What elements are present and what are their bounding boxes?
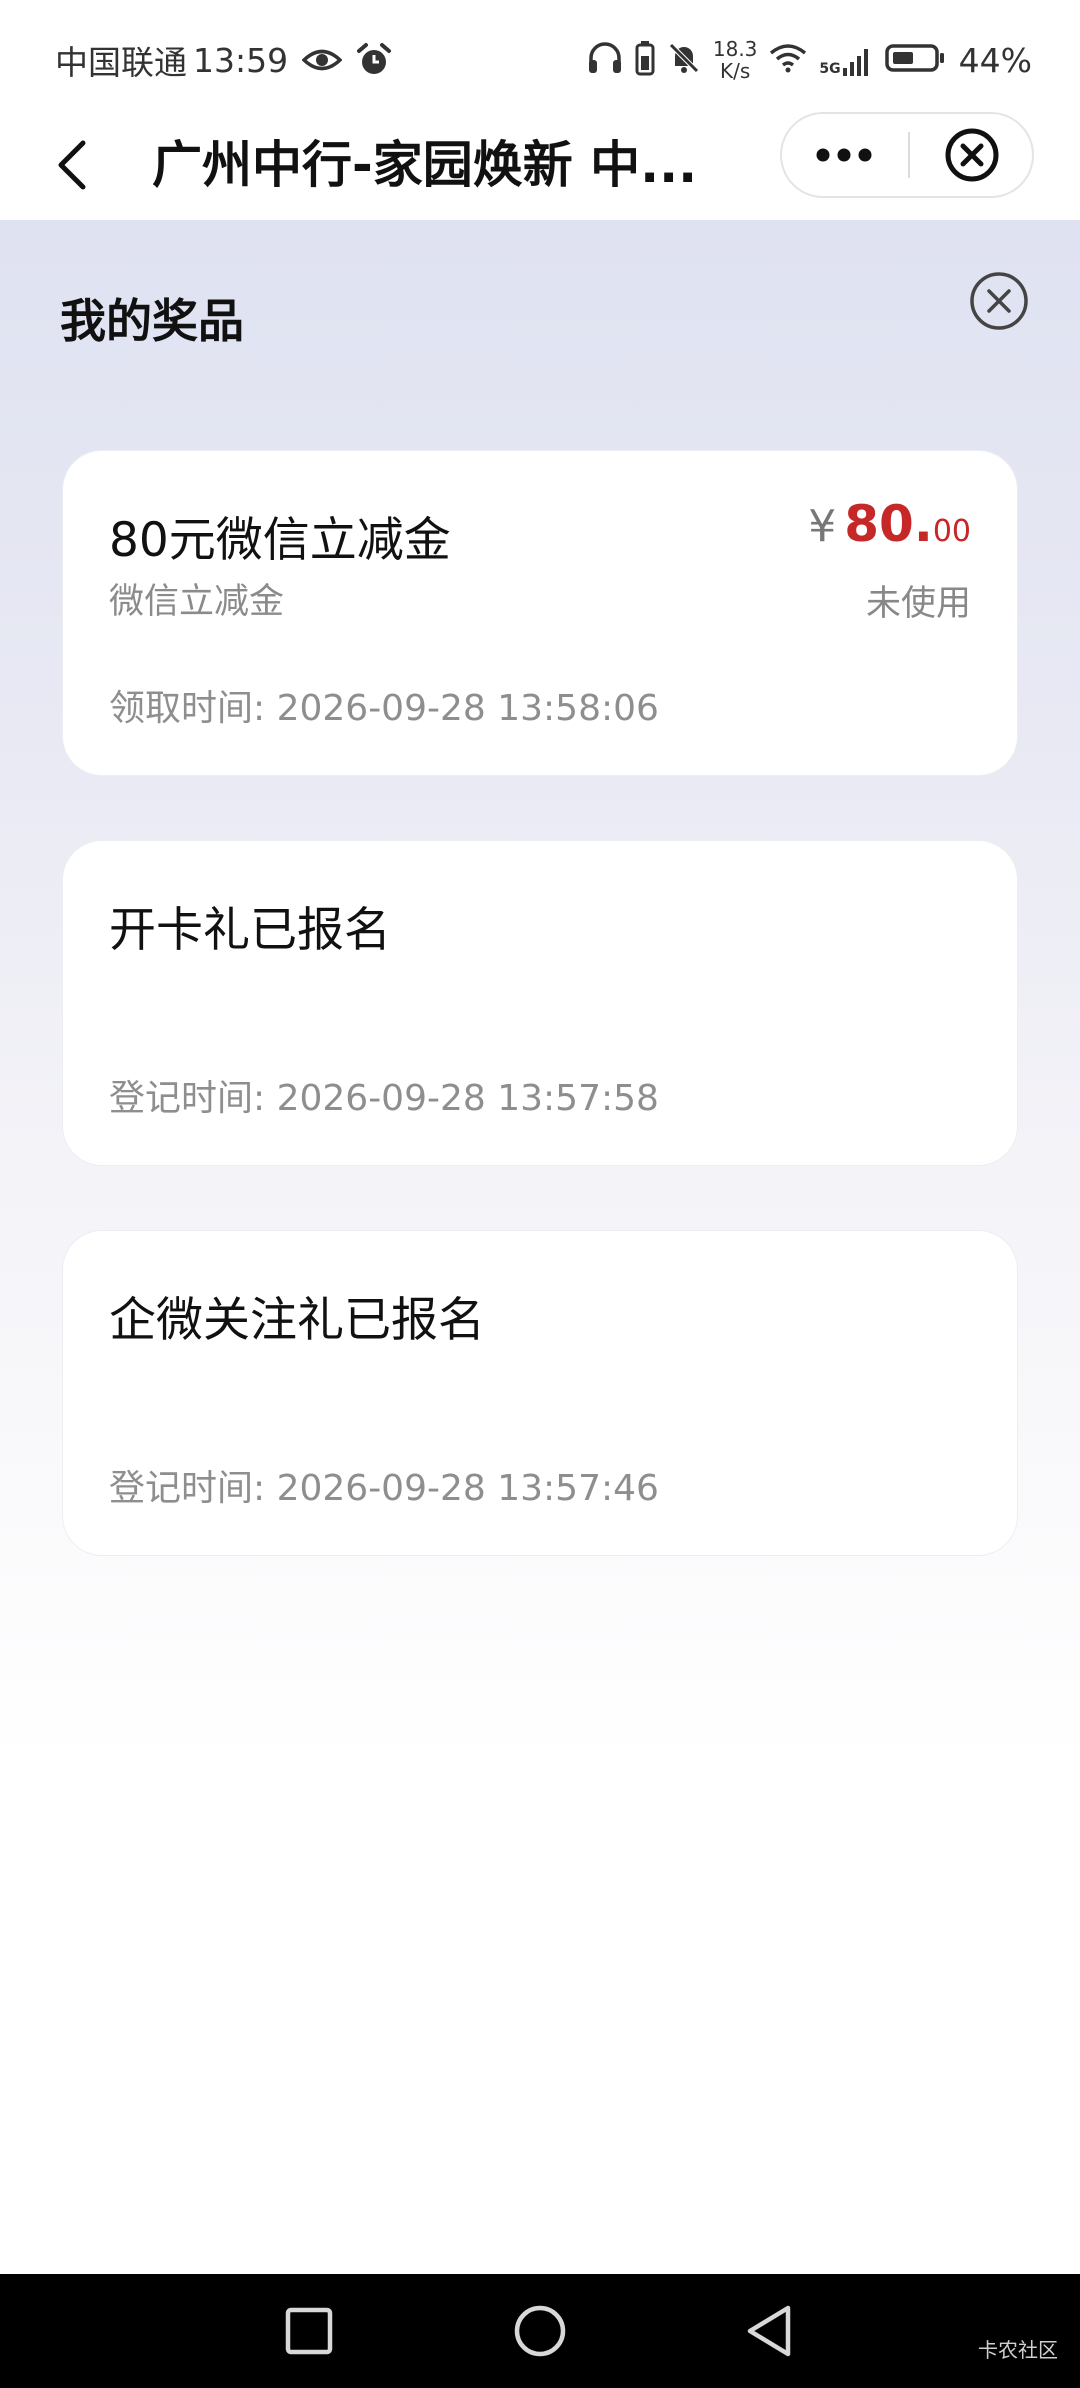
more-button[interactable] (782, 114, 906, 196)
prize-amount: ¥ 80. 00 (808, 495, 971, 553)
battery-saver-icon (635, 40, 655, 80)
chevron-left-icon (58, 140, 86, 190)
close-circle-icon (945, 128, 999, 182)
back-nav-button[interactable] (734, 2296, 804, 2366)
status-left: 中国联通 13:59 (55, 36, 392, 84)
square-icon (285, 2307, 333, 2355)
prize-subtitle: 微信立减金 (109, 582, 285, 622)
signal-icon: 5G (819, 44, 872, 76)
prize-title: 开卡礼已报名 (109, 903, 391, 958)
circle-icon (514, 2305, 566, 2357)
amount-decimal: 00 (932, 514, 971, 549)
network-type: 5G (819, 61, 841, 77)
panel-title: 我的奖品 (60, 294, 244, 348)
page-title: 广州中行-家园焕新 中... (152, 136, 698, 194)
headphones-icon (587, 41, 623, 79)
close-mini-program-button[interactable] (912, 114, 1032, 196)
prize-title: 企微关注礼已报名 (109, 1293, 485, 1348)
carrier-name: 中国联通 (55, 43, 187, 82)
eye-icon (302, 45, 343, 75)
status-right: 18.3 K/s 5G 44% (587, 30, 1032, 90)
alarm-icon (356, 42, 392, 78)
net-speed-value: 18.3 (712, 37, 758, 61)
currency-symbol: ¥ (808, 501, 837, 552)
battery-percent: 44% (958, 40, 1032, 80)
mute-icon (667, 41, 701, 79)
prize-card[interactable]: 企微关注礼已报名 登记时间: 2026-09-28 13:57:46 (62, 1230, 1018, 1556)
title-bar: 广州中行-家园焕新 中... (0, 110, 1080, 220)
triangle-back-icon (747, 2305, 791, 2357)
system-nav-bar: 卡农社区 (0, 2274, 1080, 2388)
prize-card[interactable]: 80元微信立减金 微信立减金 ¥ 80. 00 未使用 领取时间: 2026-0… (62, 450, 1018, 776)
prize-time: 登记时间: 2026-09-28 13:57:58 (109, 1078, 659, 1119)
prize-status: 未使用 (865, 584, 971, 624)
watermark: 卡农社区 (978, 2338, 1058, 2362)
recents-button[interactable] (274, 2296, 344, 2366)
net-speed-unit: K/s (720, 59, 751, 83)
prize-title: 80元微信立减金 (109, 513, 451, 568)
back-button[interactable] (38, 130, 108, 200)
status-bar: 中国联通 13:59 18.3 K/s 5G 44% (0, 0, 1080, 110)
close-circle-icon (970, 272, 1028, 330)
capsule-divider (908, 132, 910, 178)
prize-time: 领取时间: 2026-09-28 13:58:06 (109, 688, 659, 729)
clock: 13:59 (193, 40, 289, 80)
amount-integer: 80. (844, 495, 933, 553)
prize-card[interactable]: 开卡礼已报名 登记时间: 2026-09-28 13:57:58 (62, 840, 1018, 1166)
panel-close-button[interactable] (968, 270, 1030, 332)
battery-icon (884, 43, 945, 77)
wifi-icon (769, 43, 807, 77)
mini-program-capsule (780, 112, 1034, 198)
more-dots-icon (816, 148, 872, 162)
prize-time: 登记时间: 2026-09-28 13:57:46 (109, 1468, 659, 1509)
prizes-panel: 我的奖品 80元微信立减金 微信立减金 ¥ 80. 00 未使用 领取时间: 2… (0, 220, 1080, 2274)
net-speed: 18.3 K/s (713, 38, 758, 82)
home-button[interactable] (505, 2296, 575, 2366)
